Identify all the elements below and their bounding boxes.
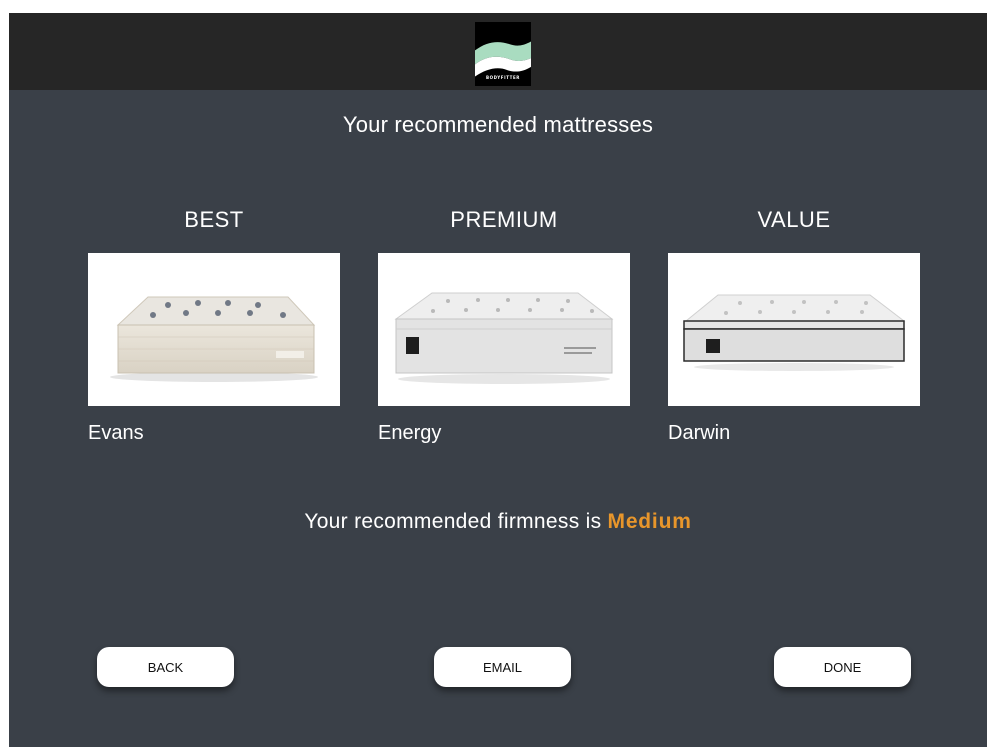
mattress-card-darwin[interactable] (668, 253, 920, 406)
mattress-name-evans: Evans (88, 422, 144, 444)
page-title: Your recommended mattresses (342, 112, 654, 137)
back-button[interactable]: BACK (97, 647, 234, 687)
mattress-energy-image (394, 292, 614, 384)
mattress-card-evans[interactable] (88, 253, 340, 406)
mattress-name-energy: Energy (378, 422, 442, 444)
logo-text: BODYFITTER (486, 75, 520, 80)
mattress-card-energy[interactable] (378, 253, 630, 406)
firmness-level: Medium (607, 510, 692, 533)
header-bar: BODYFITTER (9, 13, 987, 90)
firmness-recommendation: Your recommended firmness is Medium (9, 510, 987, 534)
tier-label-premium: PREMIUM (450, 207, 558, 232)
done-button[interactable]: DONE (774, 647, 911, 687)
email-button[interactable]: EMAIL (434, 647, 571, 687)
firmness-prefix: Your recommended firmness is (304, 510, 602, 533)
tier-label-value: VALUE (757, 207, 831, 232)
mattress-name-darwin: Darwin (668, 422, 731, 444)
tier-label-best: BEST (184, 207, 244, 232)
mattress-evans-image (110, 296, 318, 382)
brand-logo: BODYFITTER (475, 22, 531, 86)
mattress-darwin-image (683, 294, 906, 371)
app-screen: BODYFITTER Your recommended mattresses B… (9, 13, 987, 747)
